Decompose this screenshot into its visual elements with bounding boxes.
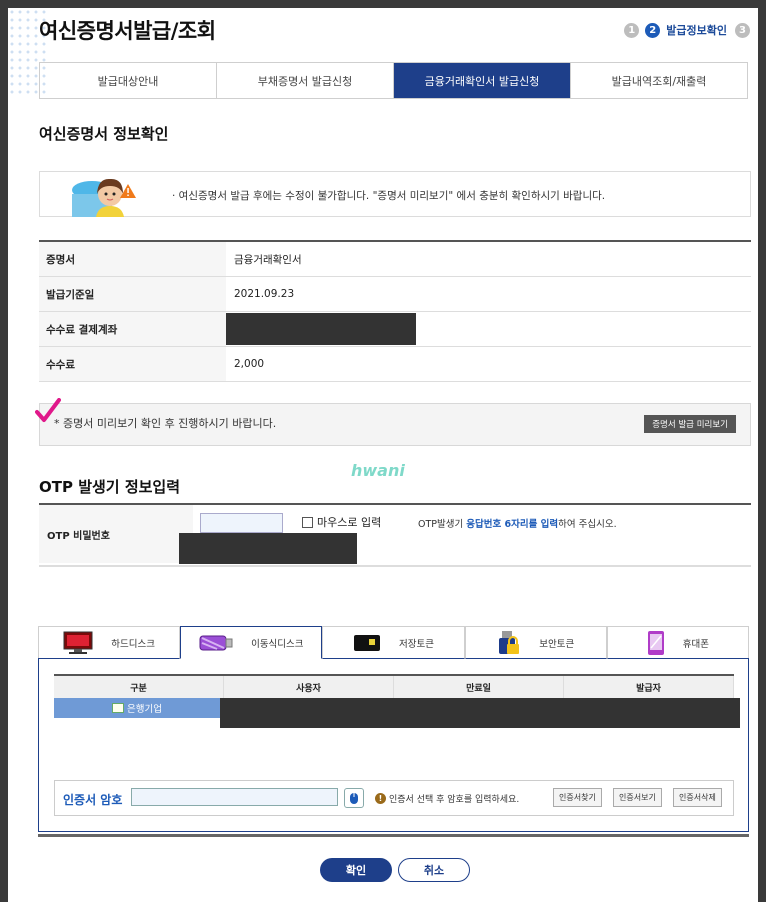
otp-input[interactable] xyxy=(200,513,283,533)
preview-text: * 증명서 미리보기 확인 후 진행하시기 바랍니다. xyxy=(54,417,277,430)
monitor-icon xyxy=(63,631,93,654)
main-tabs: 발급대상안내 부채증명서 발급신청 금융거래확인서 발급신청 발급내역조회/재출… xyxy=(39,62,748,99)
usb-drive-icon xyxy=(199,635,233,650)
section-title-info: 여신증명서 정보확인 xyxy=(39,125,169,143)
redacted-block xyxy=(220,698,740,728)
current-step-label: 발급정보확인 xyxy=(666,24,727,37)
otp-label: OTP 비밀번호 xyxy=(39,505,193,563)
otp-hint: OTP발생기 응답번호 6자리를 입력하여 주십시오. xyxy=(418,519,617,530)
virtual-keyboard-button[interactable] xyxy=(344,788,364,808)
step-1: 1 xyxy=(624,22,640,38)
step-indicator: 1 2 발급정보확인 3 xyxy=(618,22,750,38)
cert-media-tabs: 하드디스크 이동식디스크 저장토큰 보안토큰 휴대폰 xyxy=(38,626,750,659)
confirm-button[interactable]: 확인 xyxy=(320,858,392,882)
cert-row-selected[interactable]: 은행기업 xyxy=(54,698,220,718)
tab-financial-confirmation[interactable]: 금융거래확인서 발급신청 xyxy=(394,63,571,98)
col-user: 사용자 xyxy=(224,676,394,698)
notice-text: · 여신증명서 발급 후에는 수정이 불가합니다. "증명서 미리보기" 에서 … xyxy=(172,190,606,202)
preview-box: * 증명서 미리보기 확인 후 진행하시기 바랍니다. 증명서 발급 미리보기 xyxy=(39,403,751,446)
token-icon xyxy=(354,634,381,651)
phone-icon xyxy=(647,630,664,655)
step-3: 3 xyxy=(735,22,750,38)
section-title-otp: OTP 발생기 정보입력 xyxy=(39,478,181,496)
cert-table-header: 구분 사용자 만료일 발급자 xyxy=(54,674,734,698)
col-expiry: 만료일 xyxy=(394,676,564,698)
divider xyxy=(38,834,749,837)
step-2-current: 2 xyxy=(645,22,661,38)
info-value-account xyxy=(226,312,751,346)
tab-mobile-phone[interactable]: 휴대폰 xyxy=(606,626,750,659)
col-issuer: 발급자 xyxy=(564,676,734,698)
tab-security-token[interactable]: 보안토큰 xyxy=(464,626,607,659)
watermark: hwani xyxy=(351,461,405,480)
otp-form: OTP 비밀번호 마우스로 입력 OTP발생기 응답번호 6자리를 입력하여 주… xyxy=(39,503,751,567)
find-cert-button[interactable]: 인증서찾기 xyxy=(553,788,602,807)
col-type: 구분 xyxy=(54,676,224,698)
info-label: 발급기준일 xyxy=(39,277,226,311)
info-value: 금융거래확인서 xyxy=(234,253,302,266)
info-label: 수수료 결제계좌 xyxy=(39,312,226,346)
warning-icon: ! xyxy=(375,793,386,804)
mouse-input-checkbox[interactable] xyxy=(302,516,313,528)
notice-box: · 여신증명서 발급 후에는 수정이 불가합니다. "증명서 미리보기" 에서 … xyxy=(39,171,751,217)
tab-storage-token[interactable]: 저장토큰 xyxy=(322,626,465,659)
info-label: 수수료 xyxy=(39,347,226,381)
main-window: 여신증명서발급/조회 1 2 발급정보확인 3 발급대상안내 부채증명서 발급신… xyxy=(8,8,758,902)
page-title: 여신증명서발급/조회 xyxy=(39,19,216,43)
tab-removable-disk[interactable]: 이동식디스크 xyxy=(180,626,323,659)
table-row: 수수료 결제계좌 xyxy=(39,312,751,347)
cert-icon xyxy=(112,703,125,713)
info-value: 2021.09.23 xyxy=(234,288,295,300)
view-cert-button[interactable]: 인증서보기 xyxy=(613,788,662,807)
info-value: 2,000 xyxy=(234,358,265,370)
cert-password-label: 인증서 암호 xyxy=(63,793,123,807)
tab-hard-disk[interactable]: 하드디스크 xyxy=(38,626,181,659)
table-row: 증명서 금융거래확인서 xyxy=(39,242,751,277)
mouse-input-label: 마우스로 입력 xyxy=(317,516,382,529)
mouse-input-option[interactable]: 마우스로 입력 xyxy=(302,514,381,530)
table-row: 발급기준일 2021.09.23 xyxy=(39,277,751,312)
mouse-icon xyxy=(350,792,358,804)
certificate-info-table: 증명서 금융거래확인서 발급기준일 2021.09.23 수수료 결제계좌 수수… xyxy=(39,240,751,382)
info-label: 증명서 xyxy=(39,242,226,276)
tab-issue-guide[interactable]: 발급대상안내 xyxy=(40,63,217,98)
preview-button[interactable]: 증명서 발급 미리보기 xyxy=(644,415,736,433)
cert-panel: 구분 사용자 만료일 발급자 은행기업 인증서 암호 ! 인증서 선택 후 암호… xyxy=(38,658,749,832)
redacted-block xyxy=(179,533,357,564)
notice-character-icon xyxy=(72,178,136,217)
cancel-button[interactable]: 취소 xyxy=(398,858,470,882)
delete-cert-button[interactable]: 인증서삭제 xyxy=(673,788,722,807)
table-row: 수수료 2,000 xyxy=(39,347,751,382)
cert-password-input[interactable] xyxy=(131,788,338,806)
lock-token-icon xyxy=(499,630,520,654)
redacted-block xyxy=(226,313,416,345)
tab-debt-certificate[interactable]: 부채증명서 발급신청 xyxy=(217,63,394,98)
checkmark-icon xyxy=(35,398,61,422)
cert-password-message: ! 인증서 선택 후 암호를 입력하세요. xyxy=(375,792,519,805)
tab-history-reprint[interactable]: 발급내역조회/재출력 xyxy=(571,63,747,98)
cert-password-row: 인증서 암호 ! 인증서 선택 후 암호를 입력하세요. 인증서찾기 인증서보기… xyxy=(54,780,734,816)
